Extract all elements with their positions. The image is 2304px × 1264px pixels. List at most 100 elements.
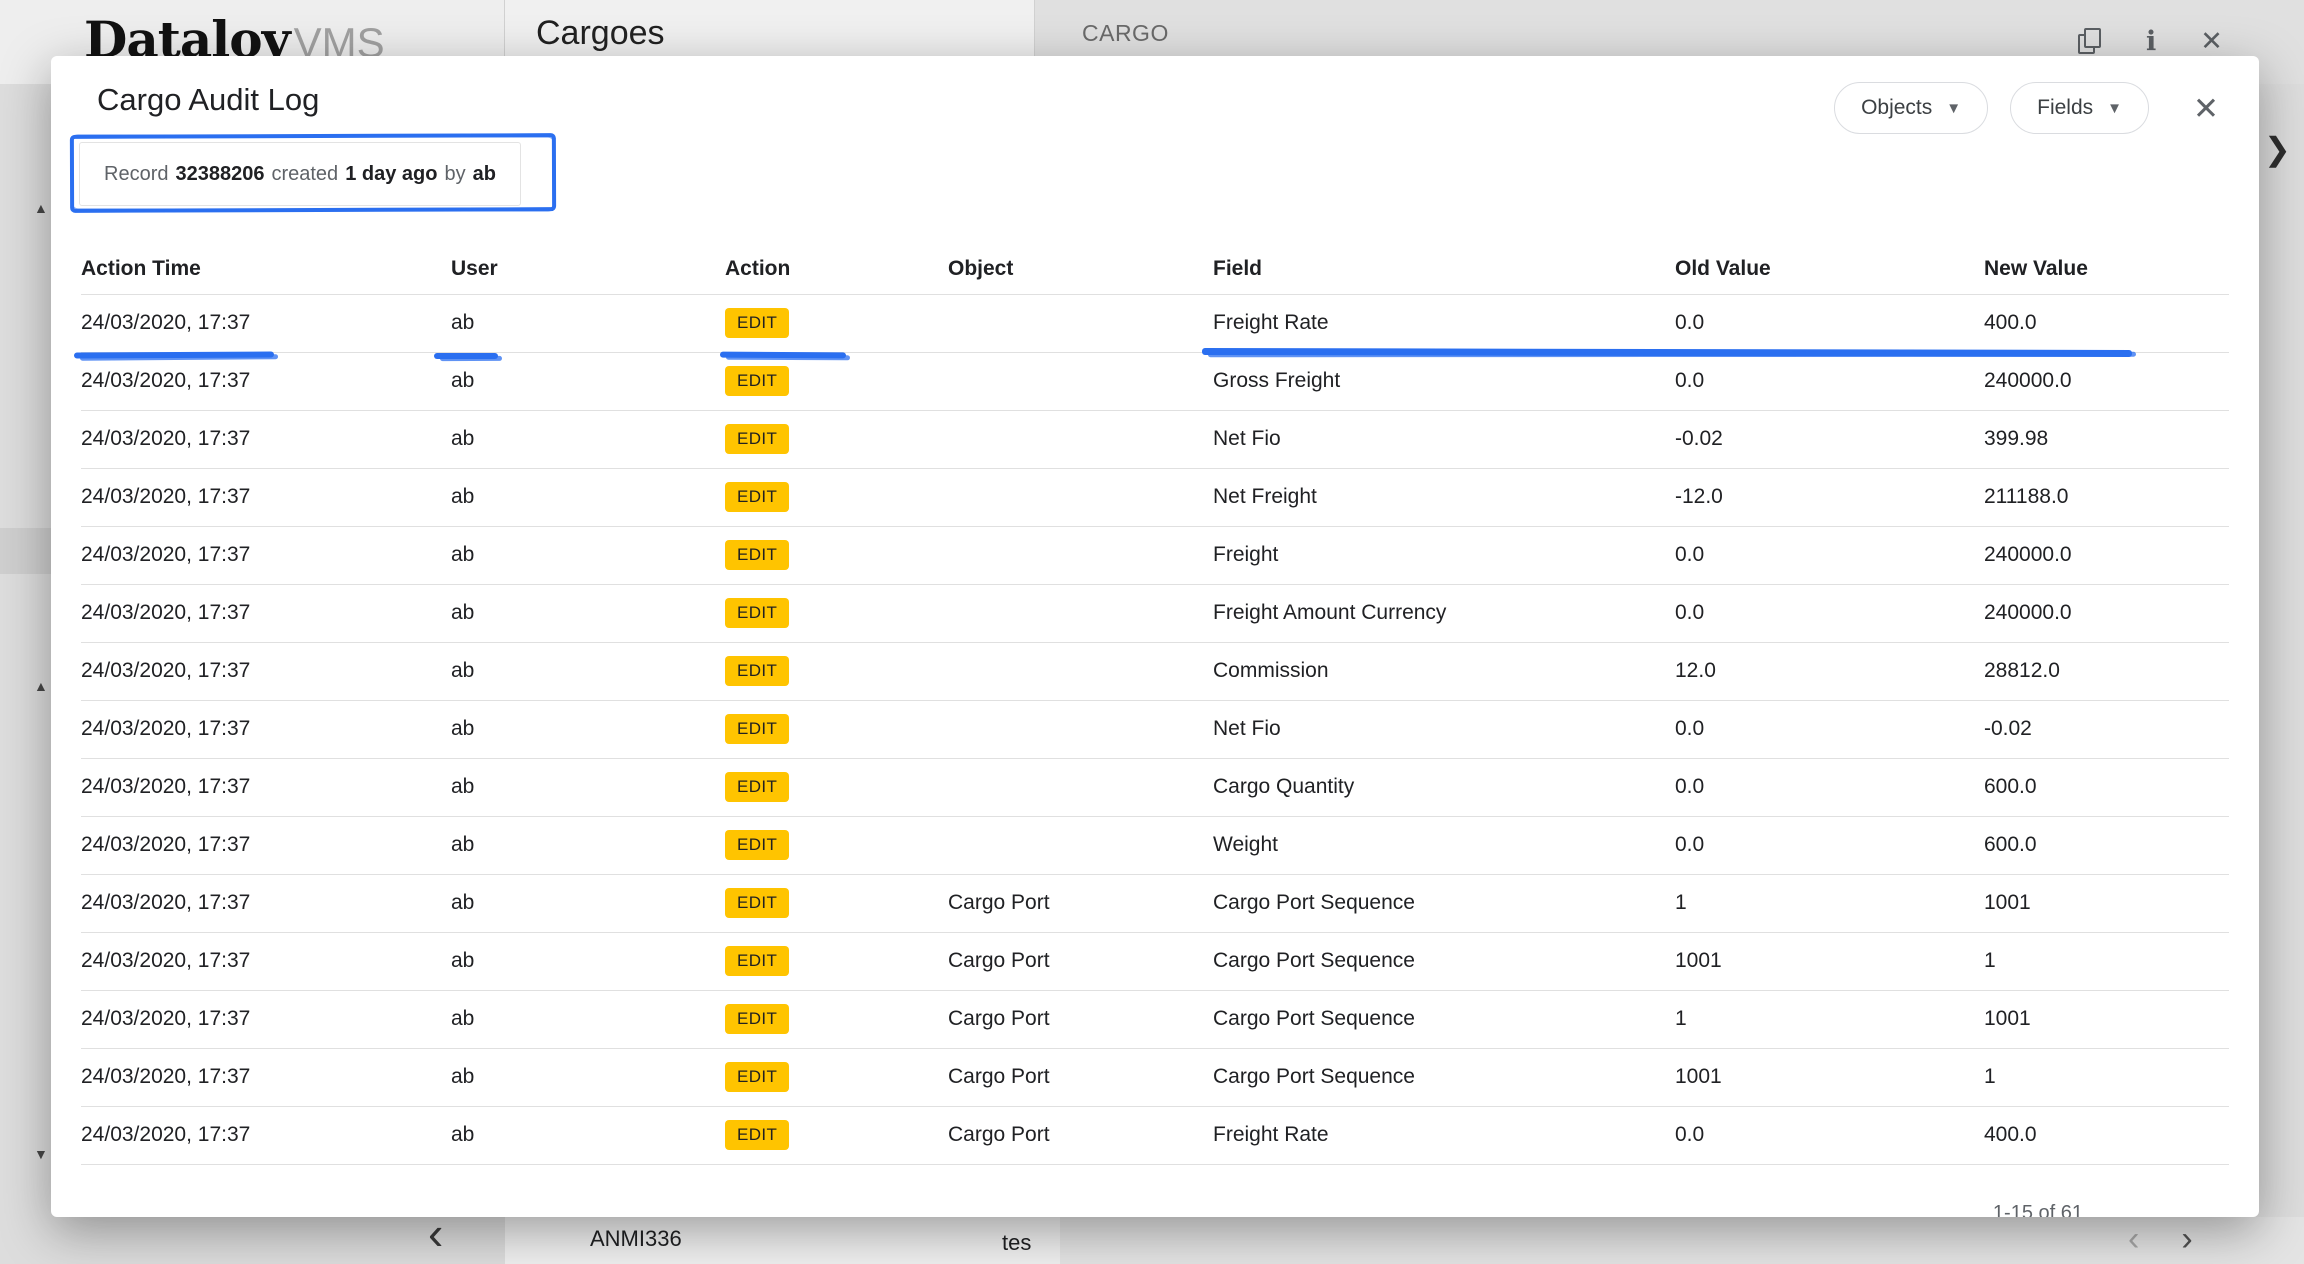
cell-action-time: 24/03/2020, 17:37 <box>81 874 451 932</box>
cell-field: Net Fio <box>1213 700 1675 758</box>
cell-action: EDIT <box>725 758 948 816</box>
fields-filter-label: Fields <box>2037 96 2093 120</box>
cell-field: Gross Freight <box>1213 352 1675 410</box>
cell-user: ab <box>451 874 725 932</box>
cell-object: Cargo Port <box>948 1048 1213 1106</box>
cell-action: EDIT <box>725 700 948 758</box>
cell-user: ab <box>451 352 725 410</box>
cell-new-value: 240000.0 <box>1984 352 2229 410</box>
cell-object: Cargo Port <box>948 990 1213 1048</box>
cell-action-time: 24/03/2020, 17:37 <box>81 700 451 758</box>
edit-badge: EDIT <box>725 656 789 686</box>
cell-user: ab <box>451 700 725 758</box>
cell-object <box>948 700 1213 758</box>
fields-filter-button[interactable]: Fields ▼ <box>2010 82 2149 134</box>
dialog-title: Cargo Audit Log <box>97 82 319 118</box>
cell-action: EDIT <box>725 874 948 932</box>
cell-object <box>948 758 1213 816</box>
record-created-banner: Record 32388206 created 1 day ago by ab <box>79 142 521 206</box>
table-row: 24/03/2020, 17:37 ab EDIT Cargo Port Car… <box>81 932 2229 990</box>
table-row: 24/03/2020, 17:37 ab EDIT Cargo Port Fre… <box>81 1106 2229 1164</box>
cell-action: EDIT <box>725 990 948 1048</box>
cell-new-value: -0.02 <box>1984 700 2229 758</box>
col-new-value: New Value <box>1984 244 2229 294</box>
edit-badge: EDIT <box>725 772 789 802</box>
table-row: 24/03/2020, 17:37 ab EDIT Commission 12.… <box>81 642 2229 700</box>
cell-old-value: 0.0 <box>1675 816 1984 874</box>
cell-user: ab <box>451 932 725 990</box>
cell-field: Freight <box>1213 526 1675 584</box>
cell-old-value: 0.0 <box>1675 584 1984 642</box>
cell-new-value: 240000.0 <box>1984 526 2229 584</box>
cell-old-value: 1 <box>1675 990 1984 1048</box>
cell-old-value: 1001 <box>1675 1048 1984 1106</box>
cell-new-value: 240000.0 <box>1984 584 2229 642</box>
cell-field: Cargo Quantity <box>1213 758 1675 816</box>
page: DataloyVMS Cargoes CARGO i ✕ ❯ ▲ ▲ ▼ ‹ A… <box>0 0 2304 1264</box>
cell-action: EDIT <box>725 1106 948 1164</box>
cell-field: Net Fio <box>1213 410 1675 468</box>
cell-object: Cargo Port <box>948 932 1213 990</box>
cell-action: EDIT <box>725 816 948 874</box>
cell-user: ab <box>451 526 725 584</box>
cell-field: Net Freight <box>1213 468 1675 526</box>
audit-table-body: 24/03/2020, 17:37 ab EDIT Freight Rate 0… <box>81 294 2229 1164</box>
cell-field: Freight Amount Currency <box>1213 584 1675 642</box>
cell-new-value: 1001 <box>1984 990 2229 1048</box>
cell-old-value: 1 <box>1675 874 1984 932</box>
cell-old-value: 12.0 <box>1675 642 1984 700</box>
record-label: Record <box>104 163 168 186</box>
cell-action-time: 24/03/2020, 17:37 <box>81 352 451 410</box>
cell-action: EDIT <box>725 584 948 642</box>
cell-object <box>948 410 1213 468</box>
edit-badge: EDIT <box>725 424 789 454</box>
cell-old-value: 0.0 <box>1675 294 1984 352</box>
cell-new-value: 1 <box>1984 1048 2229 1106</box>
created-label: created <box>271 163 338 186</box>
col-old-value: Old Value <box>1675 244 1984 294</box>
cell-action-time: 24/03/2020, 17:37 <box>81 1048 451 1106</box>
chevron-down-icon: ▼ <box>2107 100 2122 117</box>
table-row: 24/03/2020, 17:37 ab EDIT Cargo Quantity… <box>81 758 2229 816</box>
created-by-user: ab <box>473 163 496 186</box>
cell-new-value: 399.98 <box>1984 410 2229 468</box>
col-field: Field <box>1213 244 1675 294</box>
by-label: by <box>444 163 465 186</box>
cargo-audit-log-dialog: Cargo Audit Log Objects ▼ Fields ▼ ✕ Rec… <box>51 56 2259 1217</box>
edit-badge: EDIT <box>725 888 789 918</box>
col-action-time: Action Time <box>81 244 451 294</box>
cell-action-time: 24/03/2020, 17:37 <box>81 410 451 468</box>
edit-badge: EDIT <box>725 1004 789 1034</box>
cell-object <box>948 584 1213 642</box>
cell-field: Freight Rate <box>1213 294 1675 352</box>
edit-badge: EDIT <box>725 1120 789 1150</box>
cell-new-value: 211188.0 <box>1984 468 2229 526</box>
cell-new-value: 400.0 <box>1984 294 2229 352</box>
edit-badge: EDIT <box>725 714 789 744</box>
table-row: 24/03/2020, 17:37 ab EDIT Gross Freight … <box>81 352 2229 410</box>
dialog-close-icon[interactable]: ✕ <box>2193 93 2219 124</box>
table-row: 24/03/2020, 17:37 ab EDIT Net Fio 0.0 -0… <box>81 700 2229 758</box>
table-row: 24/03/2020, 17:37 ab EDIT Cargo Port Car… <box>81 1048 2229 1106</box>
table-row: 24/03/2020, 17:37 ab EDIT Freight 0.0 24… <box>81 526 2229 584</box>
cell-field: Cargo Port Sequence <box>1213 1048 1675 1106</box>
record-id: 32388206 <box>175 163 264 186</box>
col-action: Action <box>725 244 948 294</box>
cell-field: Cargo Port Sequence <box>1213 990 1675 1048</box>
chevron-down-icon: ▼ <box>1946 100 1961 117</box>
cell-user: ab <box>451 642 725 700</box>
cell-action-time: 24/03/2020, 17:37 <box>81 1106 451 1164</box>
cell-object <box>948 294 1213 352</box>
objects-filter-button[interactable]: Objects ▼ <box>1834 82 1988 134</box>
edit-badge: EDIT <box>725 308 789 338</box>
cell-action: EDIT <box>725 294 948 352</box>
cell-action-time: 24/03/2020, 17:37 <box>81 642 451 700</box>
cell-object <box>948 352 1213 410</box>
edit-badge: EDIT <box>725 482 789 512</box>
cell-old-value: -12.0 <box>1675 468 1984 526</box>
cell-old-value: 0.0 <box>1675 352 1984 410</box>
table-row: 24/03/2020, 17:37 ab EDIT Net Fio -0.02 … <box>81 410 2229 468</box>
cell-object <box>948 468 1213 526</box>
cell-action: EDIT <box>725 410 948 468</box>
cell-action-time: 24/03/2020, 17:37 <box>81 990 451 1048</box>
